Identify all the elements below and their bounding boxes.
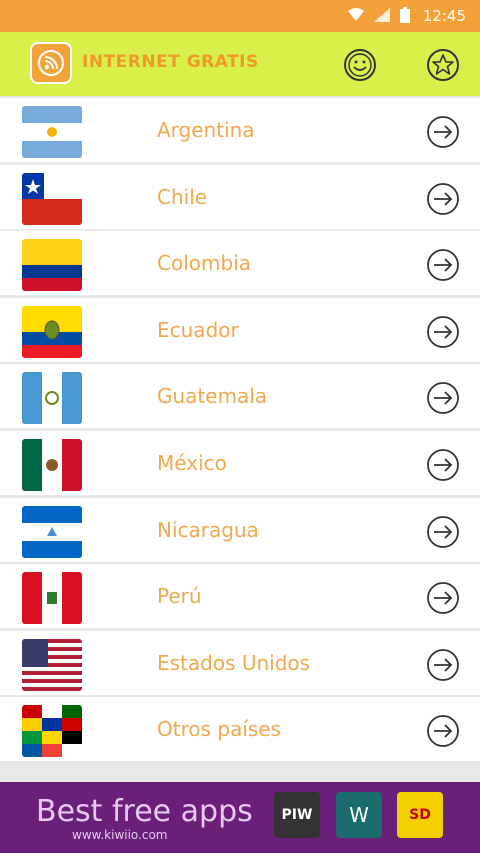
- mexico-flag-icon: [22, 438, 82, 491]
- usa-flag-icon: [22, 638, 82, 691]
- argentina-flag-icon: [22, 106, 82, 158]
- arrow-right-icon[interactable]: [426, 315, 460, 349]
- country-label: Nicaragua: [157, 517, 259, 542]
- arrow-right-icon[interactable]: [426, 515, 460, 549]
- smiley-icon[interactable]: [343, 48, 377, 82]
- ad-app-piw-icon[interactable]: PIW: [274, 792, 320, 838]
- country-label: Argentina: [157, 118, 255, 142]
- arrow-right-icon[interactable]: [426, 115, 460, 149]
- ad-title: Best free apps: [36, 794, 253, 829]
- country-label: Estados Unidos: [157, 650, 311, 675]
- ecuador-flag-icon: [22, 305, 82, 358]
- arrow-right-icon[interactable]: [426, 714, 460, 748]
- country-label: Colombia: [157, 251, 251, 276]
- country-label: Perú: [157, 584, 202, 609]
- ad-banner[interactable]: Best free apps www.kiwiio.com PIW W SD: [0, 782, 480, 853]
- ad-url: www.kiwiio.com: [72, 828, 168, 842]
- country-label: Ecuador: [157, 317, 239, 342]
- peru-flag-icon: [22, 572, 82, 625]
- arrow-right-icon[interactable]: [426, 581, 460, 615]
- list-item-others[interactable]: Otros países: [0, 697, 480, 762]
- app-logo: [30, 42, 72, 84]
- status-icons: [348, 7, 410, 23]
- list-item-ecuador[interactable]: Ecuador: [0, 297, 480, 362]
- country-list: Argentina Chile Colombia Ecuador Guatema…: [0, 98, 480, 764]
- status-time: 12:45: [422, 7, 466, 25]
- rss-icon: [38, 50, 64, 76]
- signal-icon: [374, 8, 390, 22]
- arrow-right-icon[interactable]: [426, 248, 460, 282]
- list-item-mexico[interactable]: México: [0, 430, 480, 495]
- app-title: INTERNET GRATIS: [82, 52, 259, 72]
- list-item-colombia[interactable]: Colombia: [0, 231, 480, 296]
- guatemala-flag-icon: [22, 372, 82, 425]
- list-item-peru[interactable]: Perú: [0, 564, 480, 629]
- list-item-guatemala[interactable]: Guatemala: [0, 364, 480, 429]
- list-item-chile[interactable]: Chile: [0, 164, 480, 229]
- country-label: Guatemala: [157, 384, 268, 409]
- colombia-flag-icon: [22, 239, 82, 292]
- chile-flag-icon: [22, 172, 82, 225]
- ad-app-w-icon[interactable]: W: [336, 792, 382, 838]
- battery-icon: [400, 7, 410, 23]
- country-label: Chile: [157, 184, 208, 209]
- star-icon[interactable]: [426, 48, 460, 82]
- list-item-usa[interactable]: Estados Unidos: [0, 630, 480, 695]
- country-label: México: [157, 450, 227, 475]
- arrow-right-icon[interactable]: [426, 182, 460, 216]
- arrow-right-icon[interactable]: [426, 448, 460, 482]
- list-item-nicaragua[interactable]: Nicaragua: [0, 497, 480, 562]
- arrow-right-icon[interactable]: [426, 381, 460, 415]
- list-item-argentina[interactable]: Argentina: [0, 98, 480, 162]
- nicaragua-flag-icon: [22, 505, 82, 558]
- country-label: Otros países: [157, 717, 282, 742]
- ad-app-sd-icon[interactable]: SD: [397, 792, 443, 838]
- arrow-right-icon[interactable]: [426, 648, 460, 682]
- status-bar: 12:45: [0, 0, 480, 32]
- wifi-icon: [348, 8, 364, 21]
- world-flags-icon: [22, 705, 82, 758]
